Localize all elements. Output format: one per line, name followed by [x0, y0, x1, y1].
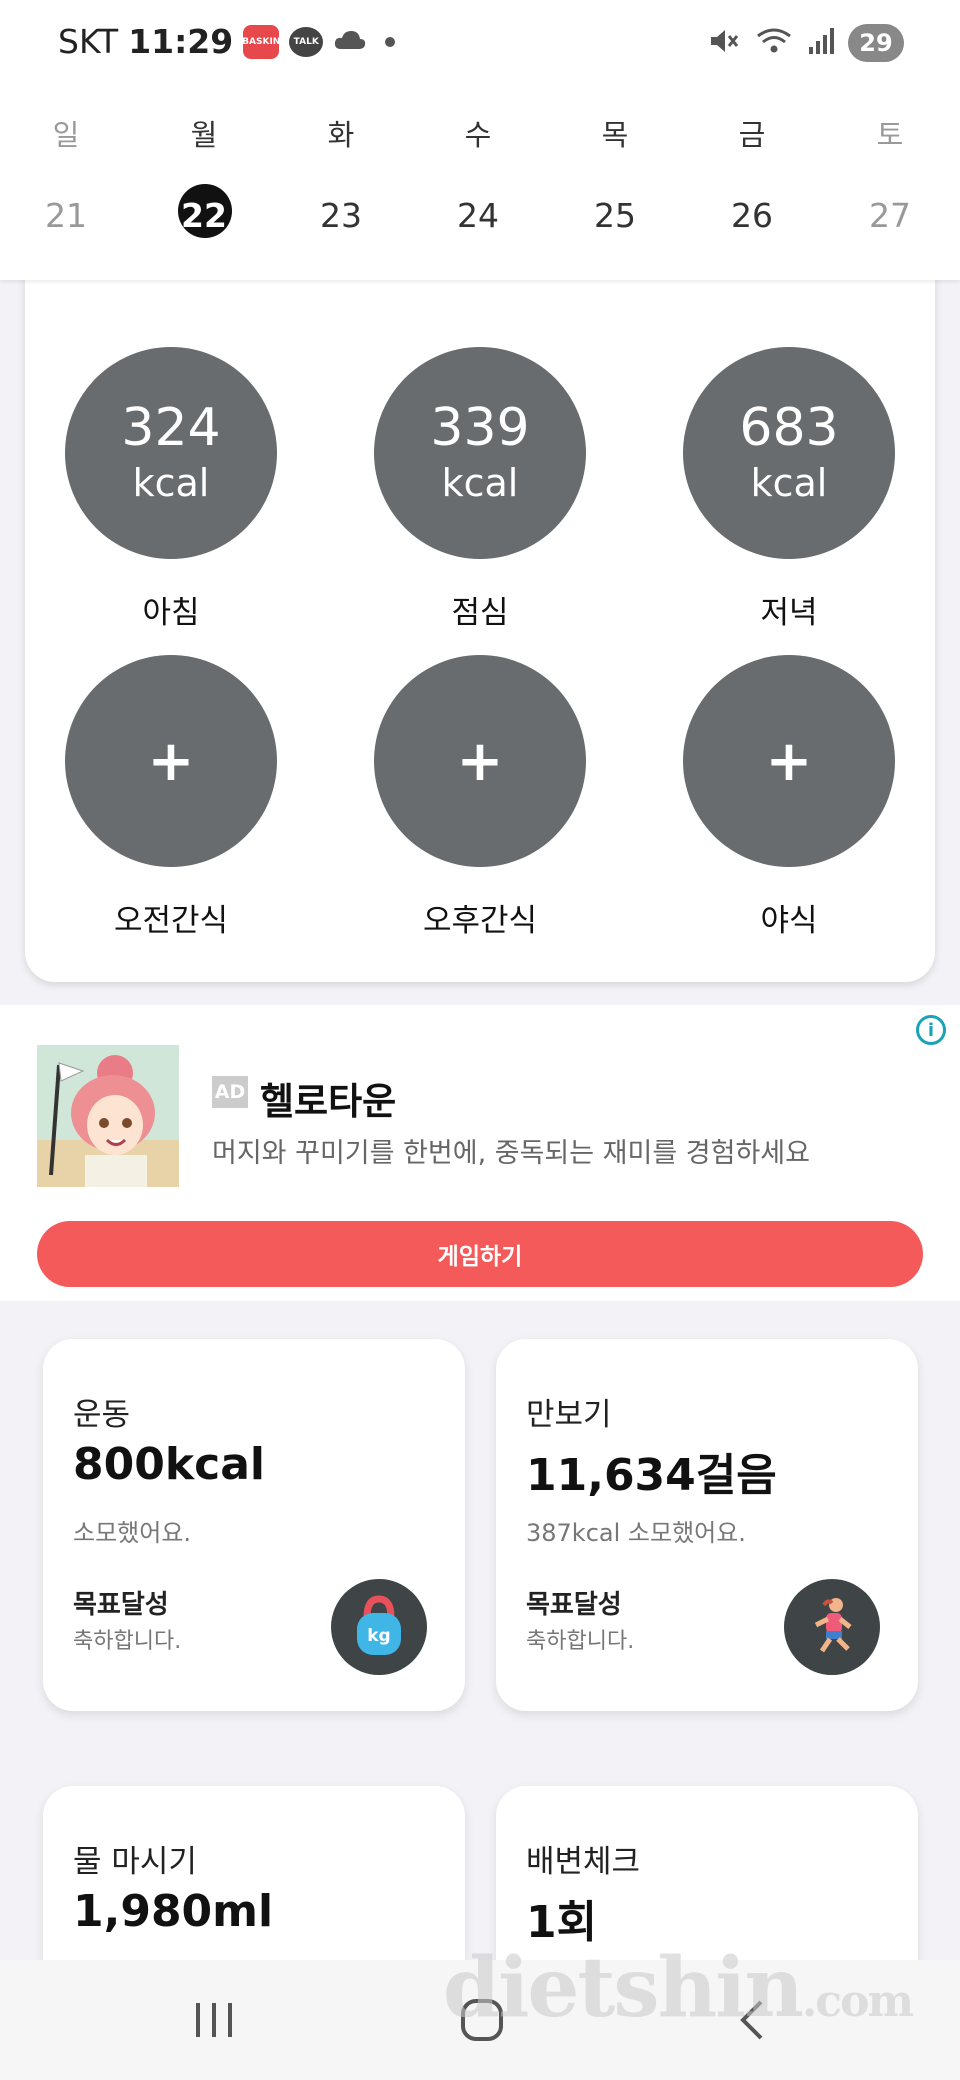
pedometer-card[interactable]: 만보기 11,634걸음 387kcal 소모했어요. 목표달성 축하합니다.	[496, 1339, 918, 1711]
plus-icon: +	[765, 728, 813, 794]
day-number: 23	[320, 196, 362, 235]
meals-card: 324 kcal 아침 339 kcal 점심 683 kcal 저녁 + 오전…	[25, 262, 935, 982]
kcal-unit: kcal	[132, 461, 210, 505]
goal-achieved-label: 목표달성	[73, 1590, 169, 1620]
ad-badge: AD	[212, 1076, 248, 1108]
wifi-icon	[754, 26, 794, 60]
ad-banner: i AD 헬로타운 머지와 꾸미기를 한번에, 중독되는 재미를 경험하세요 게…	[0, 1005, 960, 1301]
kettlebell-icon: kg	[331, 1579, 427, 1675]
watermark-logo: dietshin.com	[442, 1940, 914, 2036]
week-calendar: 일 21 월 22 화 23 수 24 목 25 금 26 토 27	[0, 92, 960, 280]
add-meal-button[interactable]: +	[374, 655, 586, 867]
day-number: 21	[45, 196, 87, 235]
weekday-label: 일	[52, 118, 80, 152]
cloud-icon	[333, 29, 367, 55]
mute-icon	[708, 26, 740, 60]
goal-achieved-label: 목표달성	[526, 1590, 622, 1620]
watermark-text: dietshin	[442, 1940, 804, 2036]
card-value: 11,634걸음	[526, 1450, 777, 1501]
meal-circle[interactable]: 339 kcal	[374, 347, 586, 559]
day-number: 22	[181, 196, 227, 235]
card-title: 물 마시기	[73, 1844, 197, 1880]
carrier-label: SKT	[58, 22, 119, 61]
weekday-label: 화	[327, 118, 355, 152]
meal-label: 오후간식	[422, 903, 538, 939]
day-number: 24	[457, 196, 499, 235]
card-value: 800kcal	[73, 1439, 265, 1490]
kcal-value: 324	[121, 398, 221, 458]
meal-circle[interactable]: 683 kcal	[683, 347, 895, 559]
add-meal-button[interactable]: +	[683, 655, 895, 867]
play-game-button[interactable]: 게임하기	[37, 1221, 923, 1287]
weekday-label: 수	[464, 118, 492, 152]
plus-icon: +	[147, 728, 195, 794]
meal-label: 아침	[142, 595, 200, 631]
notification-dot-icon	[385, 36, 396, 47]
card-title: 배변체크	[526, 1844, 641, 1880]
meal-morning-snack[interactable]: + 오전간식	[65, 655, 277, 939]
weekday-label: 목	[601, 118, 629, 152]
day-number: 25	[594, 196, 636, 235]
meal-lunch[interactable]: 339 kcal 점심	[374, 347, 586, 631]
meal-breakfast[interactable]: 324 kcal 아침	[65, 347, 277, 631]
meal-label: 점심	[451, 595, 509, 631]
battery-indicator: 29	[848, 24, 904, 62]
weekday-label: 금	[738, 118, 766, 152]
congrats-text: 축하합니다.	[526, 1629, 635, 1654]
meal-dinner[interactable]: 683 kcal 저녁	[683, 347, 895, 631]
signal-icon	[808, 27, 834, 59]
ad-info-icon[interactable]: i	[916, 1015, 946, 1045]
ad-title[interactable]: 헬로타운	[260, 1071, 396, 1125]
card-title: 운동	[73, 1397, 131, 1433]
recent-apps-button[interactable]	[174, 1990, 254, 2050]
status-bar: SKT 11:29 BASKIN TALK 29	[0, 0, 960, 92]
exercise-card[interactable]: 운동 800kcal 소모했어요. 목표달성 축하합니다. kg	[43, 1339, 465, 1711]
kcal-unit: kcal	[750, 461, 828, 505]
recent-apps-icon	[196, 2003, 232, 2037]
add-meal-button[interactable]: +	[65, 655, 277, 867]
meal-afternoon-snack[interactable]: + 오후간식	[374, 655, 586, 939]
meal-late-night[interactable]: + 야식	[683, 655, 895, 939]
baskin-app-icon: BASKIN	[242, 24, 280, 59]
ad-description: 머지와 꾸미기를 한번에, 중독되는 재미를 경험하세요	[212, 1138, 810, 1169]
kettlebell-label: kg	[367, 1626, 390, 1646]
kcal-value: 339	[430, 398, 530, 458]
runner-icon	[784, 1579, 880, 1675]
card-title: 만보기	[526, 1397, 612, 1433]
day-number: 27	[869, 196, 911, 235]
kcal-unit: kcal	[441, 461, 519, 505]
card-value: 1,980ml	[73, 1886, 274, 1937]
plus-icon: +	[456, 728, 504, 794]
weekday-label: 월	[190, 118, 218, 152]
meal-label: 저녁	[760, 595, 818, 631]
weekday-label: 토	[876, 118, 904, 152]
clock: 11:29	[128, 22, 234, 61]
meal-label: 야식	[760, 903, 818, 939]
watermark-suffix: .com	[801, 1976, 914, 2027]
card-subtext: 387kcal 소모했어요.	[526, 1519, 746, 1547]
meal-label: 오전간식	[113, 903, 229, 939]
ad-thumbnail[interactable]	[37, 1045, 179, 1187]
congrats-text: 축하합니다.	[73, 1629, 182, 1654]
kakaotalk-icon: TALK	[289, 26, 324, 57]
meal-circle[interactable]: 324 kcal	[65, 347, 277, 559]
day-number: 26	[731, 196, 773, 235]
card-subtext: 소모했어요.	[73, 1519, 192, 1547]
kcal-value: 683	[739, 398, 839, 458]
